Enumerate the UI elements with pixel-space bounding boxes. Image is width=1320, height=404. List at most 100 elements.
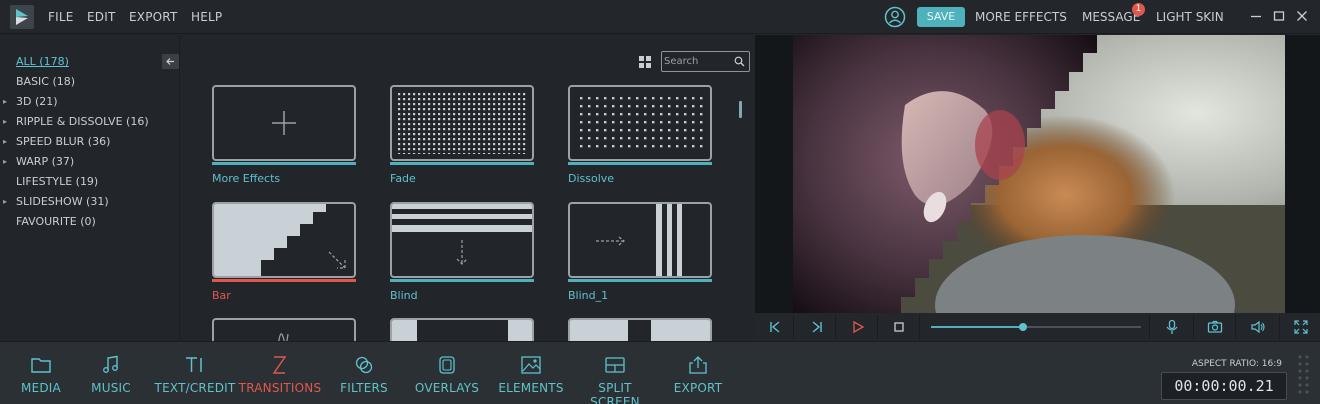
next-frame-icon[interactable]: [809, 319, 825, 335]
chevron-right-icon[interactable]: ▸: [3, 197, 7, 206]
nav-media[interactable]: MEDIA: [13, 342, 69, 404]
minimize-icon[interactable]: [1249, 9, 1263, 23]
chevron-right-icon[interactable]: ▸: [3, 117, 7, 126]
nav-music[interactable]: MUSIC: [86, 342, 136, 404]
nav-label: OVERLAYS: [414, 381, 480, 395]
nav-elements[interactable]: ELEMENTS: [497, 342, 565, 404]
category-lifestyle[interactable]: LIFESTYLE (19): [16, 175, 98, 188]
menu-help[interactable]: HELP: [191, 0, 222, 34]
maximize-icon[interactable]: [1272, 9, 1286, 23]
divider: [919, 315, 920, 339]
nav-label: MEDIA: [21, 381, 61, 395]
search-icon[interactable]: [734, 56, 745, 67]
panels-2-thumbnail: [570, 320, 710, 341]
split-screen-icon: [605, 357, 625, 373]
effect-tile-wave[interactable]: [212, 318, 356, 341]
drag-handle-icon[interactable]: [1297, 354, 1311, 396]
effect-label: Bar: [212, 289, 231, 302]
playback-progress-bar[interactable]: [931, 323, 1141, 331]
nav-label: EXPORT: [673, 381, 723, 395]
menu-export[interactable]: EXPORT: [129, 0, 177, 34]
stop-icon[interactable]: [891, 319, 907, 335]
scrollbar-thumb[interactable]: [739, 101, 742, 118]
account-icon[interactable]: [884, 6, 906, 28]
nav-label: TRANSITIONS: [238, 381, 322, 395]
video-preview[interactable]: [755, 35, 1320, 375]
category-speed-blur[interactable]: SPEED BLUR (36): [16, 135, 110, 148]
light-skin-link[interactable]: LIGHT SKIN: [1156, 0, 1224, 34]
nav-label: FILTERS: [340, 381, 388, 395]
transitions-library: More Effects Fade Dissolve Bar Blind: [181, 35, 754, 341]
play-icon[interactable]: [850, 319, 866, 335]
plus-icon: [272, 111, 296, 135]
category-ripple-dissolve[interactable]: RIPPLE & DISSOLVE (16): [16, 115, 149, 128]
aspect-ratio-label[interactable]: ASPECT RATIO: 16:9: [1170, 359, 1282, 369]
effect-underline: [212, 162, 356, 165]
menu-edit[interactable]: EDIT: [87, 0, 116, 34]
nav-overlays[interactable]: OVERLAYS: [412, 342, 482, 404]
close-icon[interactable]: [1295, 9, 1309, 23]
player-controls: [755, 313, 1320, 341]
divider: [1149, 315, 1150, 339]
effect-underline: [212, 279, 356, 282]
effect-label: Dissolve: [568, 172, 615, 185]
chevron-right-icon[interactable]: ▸: [3, 137, 7, 146]
nav-label: MUSIC: [91, 381, 131, 395]
more-effects-link[interactable]: MORE EFFECTS: [975, 0, 1067, 34]
effect-label: More Effects: [212, 172, 281, 185]
category-warp[interactable]: WARP (37): [16, 155, 74, 168]
category-slideshow[interactable]: SLIDESHOW (31): [16, 195, 109, 208]
grid-view-icon[interactable]: [639, 56, 651, 68]
bar-thumbnail: [214, 204, 346, 276]
divider: [1279, 315, 1280, 339]
category-basic[interactable]: BASIC (18): [16, 75, 75, 88]
effect-tile-dissolve[interactable]: [568, 85, 712, 161]
effect-underline: [390, 279, 534, 282]
nav-transitions[interactable]: TRANSITIONS: [237, 342, 323, 404]
app-logo-icon: [10, 5, 34, 29]
search-box[interactable]: [661, 51, 750, 72]
effect-tile-blind-1[interactable]: [568, 202, 712, 278]
fade-thumbnail: [398, 92, 526, 154]
effect-tile-more-effects[interactable]: [212, 85, 356, 161]
divider: [793, 315, 794, 339]
previous-frame-icon[interactable]: [767, 319, 783, 335]
nav-text-credit[interactable]: TEXT/CREDIT: [153, 342, 237, 404]
divider: [1193, 315, 1194, 339]
effect-tile-fade[interactable]: [390, 85, 534, 161]
preview-frame-image: [755, 35, 1320, 375]
category-favourite[interactable]: FAVOURITE (0): [16, 215, 96, 228]
snapshot-camera-icon[interactable]: [1207, 319, 1223, 335]
menu-file[interactable]: FILE: [48, 0, 74, 34]
effect-underline: [568, 279, 712, 282]
nav-split-screen[interactable]: SPLIT SCREEN: [572, 342, 658, 404]
folder-icon: [31, 358, 51, 373]
nav-export[interactable]: EXPORT: [670, 342, 726, 404]
panels-thumbnail: [392, 320, 532, 341]
effect-tile-bar[interactable]: [212, 202, 356, 278]
fullscreen-icon[interactable]: [1293, 319, 1309, 335]
chevron-right-icon[interactable]: ▸: [3, 97, 7, 106]
arrow-left-icon: [166, 58, 174, 65]
elements-icon: [521, 356, 541, 374]
filters-icon: [355, 356, 373, 374]
search-input[interactable]: [664, 53, 732, 70]
effect-tile-panels[interactable]: [390, 318, 534, 341]
chevron-right-icon[interactable]: ▸: [3, 157, 7, 166]
effect-label: Fade: [390, 172, 416, 185]
microphone-icon[interactable]: [1164, 319, 1180, 335]
effect-tile-blind[interactable]: [390, 202, 534, 278]
overlays-icon: [439, 356, 455, 374]
collapse-button[interactable]: [162, 54, 179, 69]
save-button[interactable]: SAVE: [917, 7, 965, 27]
category-all[interactable]: ALL (178): [16, 55, 69, 68]
message-link[interactable]: MESSAGE: [1082, 0, 1140, 34]
progress-fill: [931, 326, 1024, 328]
nav-filters[interactable]: FILTERS: [336, 342, 392, 404]
volume-icon[interactable]: [1250, 319, 1266, 335]
progress-handle[interactable]: [1019, 323, 1028, 331]
effect-tile-panels-2[interactable]: [568, 318, 712, 341]
transition-categories: ALL (178) BASIC (18) ▸ 3D (21) ▸ RIPPLE …: [0, 35, 180, 341]
effect-label: Blind_1: [568, 289, 609, 302]
category-3d[interactable]: 3D (21): [16, 95, 58, 108]
